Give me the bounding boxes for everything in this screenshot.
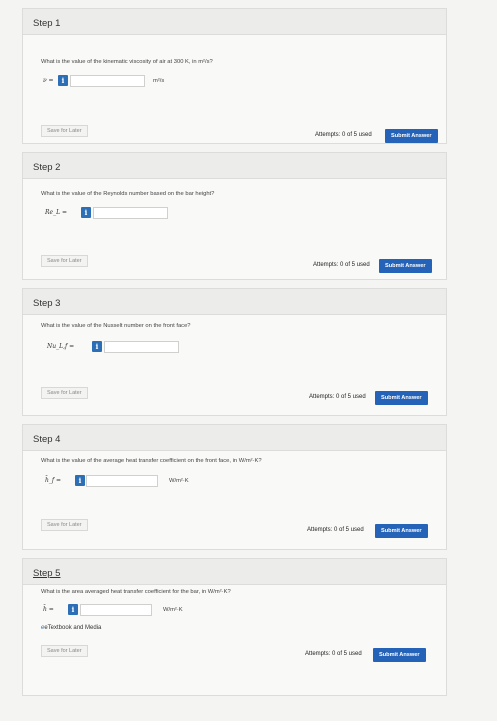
variable-label: Re_L = xyxy=(45,209,67,216)
save-for-later-button[interactable]: Save for Later xyxy=(41,645,88,657)
question-text: What is the value of the Nusselt number … xyxy=(41,323,191,329)
answer-input[interactable] xyxy=(86,475,158,487)
step-title: Step 1 xyxy=(23,9,446,35)
submit-answer-button[interactable]: Submit Answer xyxy=(375,524,428,538)
step-3-panel: Step 3 What is the value of the Nusselt … xyxy=(22,288,447,416)
submit-answer-button[interactable]: Submit Answer xyxy=(375,391,428,405)
step-title: Step 3 xyxy=(23,289,446,315)
info-icon[interactable]: i xyxy=(58,75,68,86)
submit-answer-button[interactable]: Submit Answer xyxy=(379,259,432,273)
attempts-counter: Attempts: 0 of 5 used xyxy=(309,394,366,400)
variable-label: ν = xyxy=(43,77,54,84)
info-icon[interactable]: i xyxy=(92,341,102,352)
question-text: What is the area averaged heat transfer … xyxy=(41,589,231,595)
question-text: What is the value of the kinematic visco… xyxy=(41,59,213,65)
step-4-panel: Step 4 What is the value of the average … xyxy=(22,424,447,550)
info-icon[interactable]: i xyxy=(75,475,85,486)
variable-label: Nu_L,f = xyxy=(47,343,75,350)
etextbook-label: eTextbook and Media xyxy=(44,625,102,631)
unit-label: m²/s xyxy=(153,78,165,84)
attempts-counter: Attempts: 0 of 5 used xyxy=(305,651,362,657)
variable-label: h̄_f = xyxy=(45,477,62,484)
step-title[interactable]: Step 5 xyxy=(23,559,446,585)
etextbook-media-link[interactable]: eeTextbook and Media xyxy=(41,625,101,631)
save-for-later-button[interactable]: Save for Later xyxy=(41,125,88,137)
question-text: What is the value of the average heat tr… xyxy=(41,458,262,464)
save-for-later-button[interactable]: Save for Later xyxy=(41,387,88,399)
attempts-counter: Attempts: 0 of 5 used xyxy=(313,262,370,268)
unit-label: W/m²·K xyxy=(169,478,189,484)
step-2-panel: Step 2 What is the value of the Reynolds… xyxy=(22,152,447,280)
submit-answer-button[interactable]: Submit Answer xyxy=(385,129,438,143)
variable-label: h̄ = xyxy=(43,606,54,613)
attempts-counter: Attempts: 0 of 5 used xyxy=(315,132,372,138)
unit-label: W/m²·K xyxy=(163,607,183,613)
save-for-later-button[interactable]: Save for Later xyxy=(41,255,88,267)
step-title: Step 4 xyxy=(23,425,446,451)
answer-input[interactable] xyxy=(93,207,168,219)
question-text: What is the value of the Reynolds number… xyxy=(41,191,215,197)
step-5-panel: Step 5 What is the area averaged heat tr… xyxy=(22,558,447,696)
info-icon[interactable]: i xyxy=(68,604,78,615)
answer-input[interactable] xyxy=(104,341,179,353)
attempts-counter: Attempts: 0 of 5 used xyxy=(307,527,364,533)
save-for-later-button[interactable]: Save for Later xyxy=(41,519,88,531)
answer-input[interactable] xyxy=(80,604,152,616)
submit-answer-button[interactable]: Submit Answer xyxy=(373,648,426,662)
step-1-panel: Step 1 What is the value of the kinemati… xyxy=(22,8,447,144)
answer-input[interactable] xyxy=(70,75,145,87)
info-icon[interactable]: i xyxy=(81,207,91,218)
step-title: Step 2 xyxy=(23,153,446,179)
